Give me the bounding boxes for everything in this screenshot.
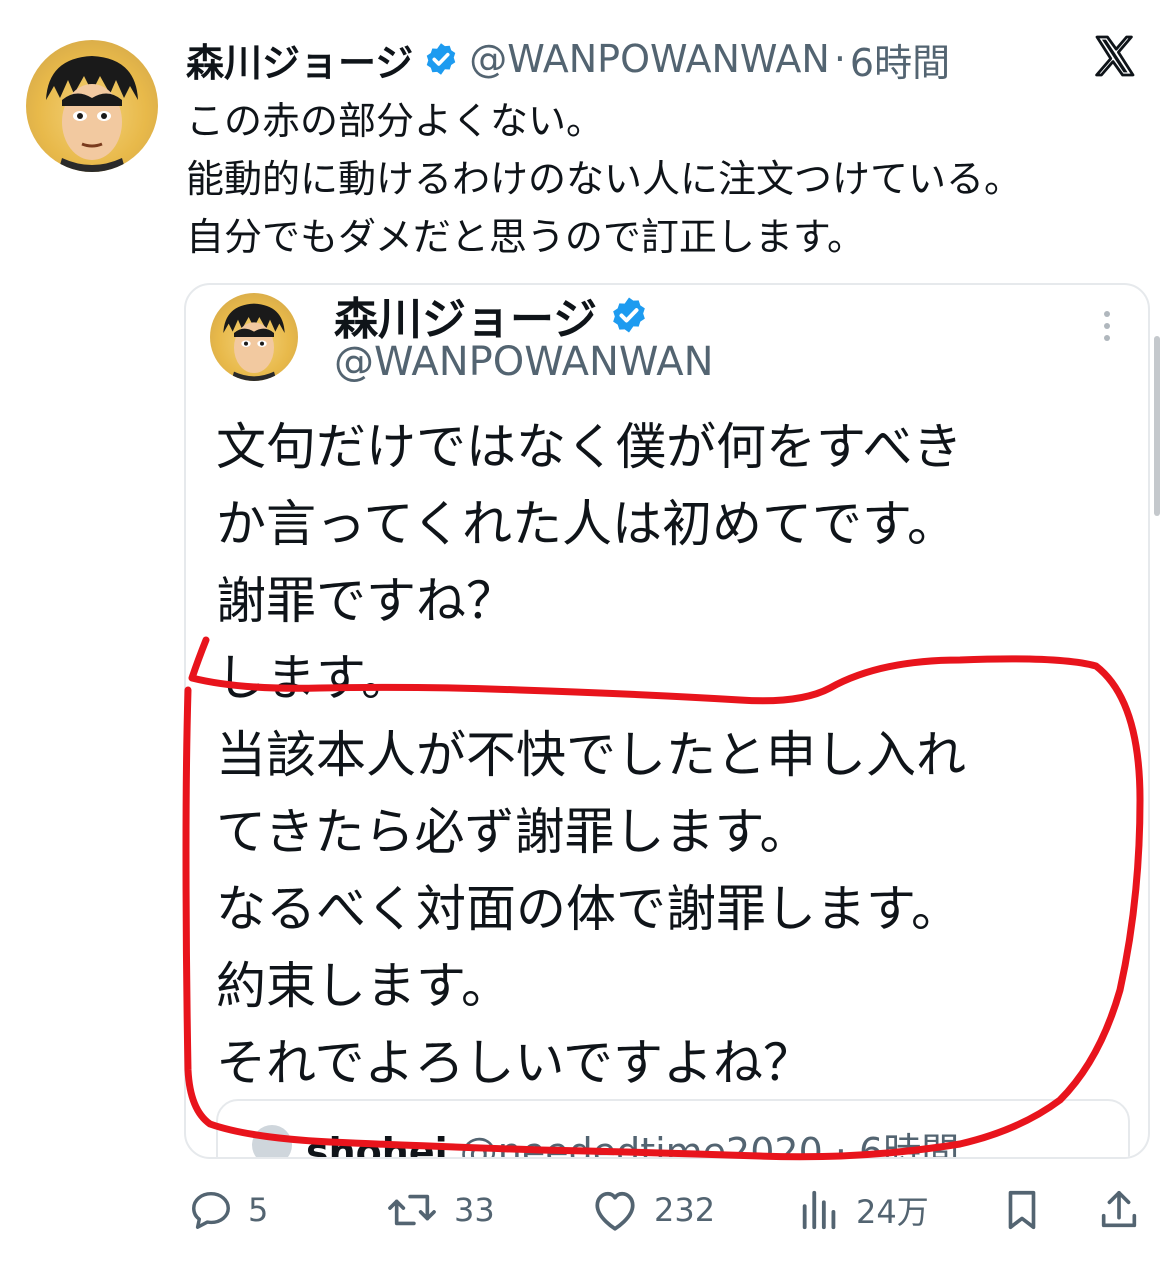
like-count: 232 (654, 1191, 716, 1229)
verified-badge-icon (427, 43, 456, 75)
nested-quoted-tweet[interactable]: shohei @neededtime2020 · 6時間 (216, 1099, 1130, 1159)
scrollbar-thumb[interactable] (1154, 336, 1160, 516)
quoted-tweet-text: 文句だけではなく僕が何をすべき か言ってくれた人は初めてです。 謝罪ですね？ し… (216, 409, 1136, 1102)
bookmark-icon (1008, 1190, 1036, 1230)
quoted-text-line: てきたら必ず謝罪します。 (216, 803, 810, 861)
quoted-author-avatar[interactable] (210, 293, 298, 381)
view-count: 24万 (856, 1193, 929, 1231)
reply-button[interactable]: 5 (188, 1178, 268, 1242)
nested-separator: · (834, 1130, 847, 1159)
quoted-tweet-card[interactable]: 森川ジョージ @WANPOWANWAN 文句だけではなく僕が何をすべき か言って… (184, 283, 1150, 1159)
author-name[interactable]: 森川ジョージ (186, 32, 413, 87)
tweet-text-line: 能動的に動けるわけのない人に注文つけている。 (186, 157, 1023, 201)
reply-count: 5 (248, 1191, 269, 1229)
nested-author-avatar (252, 1125, 292, 1157)
quoted-text-line: か言ってくれた人は初めてです。 (216, 495, 957, 553)
retweet-count: 33 (454, 1191, 495, 1229)
quoted-text-line: 当該本人が不快でしたと申し入れ (216, 726, 966, 784)
more-vertical-icon[interactable] (1100, 309, 1114, 343)
quoted-text-line: それでよろしいですよね？ (216, 1034, 813, 1092)
retweet-icon (388, 1194, 436, 1226)
quoted-text-line: 文句だけではなく僕が何をすべき (216, 418, 963, 476)
nested-author-line: shohei @neededtime2020 · 6時間 (306, 1121, 960, 1159)
nested-author-handle: @neededtime2020 (459, 1130, 823, 1159)
heart-icon (595, 1191, 635, 1231)
header-separator: · (833, 37, 846, 81)
verified-badge-icon (613, 297, 645, 333)
quoted-text-line: なるべく対面の体で謝罪します。 (216, 880, 961, 938)
quoted-author-name[interactable]: 森川ジョージ (334, 285, 597, 347)
tweet-text-line: 自分でもダメだと思うので訂正します。 (186, 215, 866, 259)
author-handle[interactable]: @WANPOWANWAN (469, 37, 830, 81)
tweet-text: この赤の部分よくない。 能動的に動けるわけのない人に注文つけている。 自分でもダ… (186, 92, 1146, 266)
share-button[interactable] (1096, 1178, 1142, 1242)
nested-author-name: shohei (306, 1130, 448, 1159)
avatar-face-image (46, 56, 138, 172)
views-button[interactable]: 24万 (798, 1178, 929, 1242)
bookmark-button[interactable] (1002, 1178, 1042, 1242)
tweet-text-line: この赤の部分よくない。 (186, 99, 605, 143)
quoted-author-row: 森川ジョージ (334, 285, 649, 347)
share-icon (1101, 1190, 1137, 1228)
quoted-text-line: 謝罪ですね？ (216, 572, 516, 630)
nested-time: 6時間 (859, 1130, 960, 1159)
quoted-author-handle[interactable]: @WANPOWANWAN (334, 339, 714, 385)
x-logo-icon (1095, 35, 1135, 77)
post-time[interactable]: 6時間 (850, 32, 950, 87)
retweet-button[interactable]: 33 (384, 1178, 495, 1242)
quoted-text-line: 約束します。 (216, 957, 511, 1015)
like-button[interactable]: 232 (590, 1178, 715, 1242)
author-avatar[interactable] (26, 40, 158, 172)
views-icon (802, 1190, 836, 1230)
tweet-action-bar: 5 33 232 24万 (0, 1178, 1173, 1242)
avatar-face-image (223, 303, 285, 381)
tweet-header: 森川ジョージ @WANPOWANWAN · 6時間 (186, 36, 950, 85)
reply-icon (192, 1191, 230, 1229)
quoted-text-line: します。 (216, 649, 411, 707)
